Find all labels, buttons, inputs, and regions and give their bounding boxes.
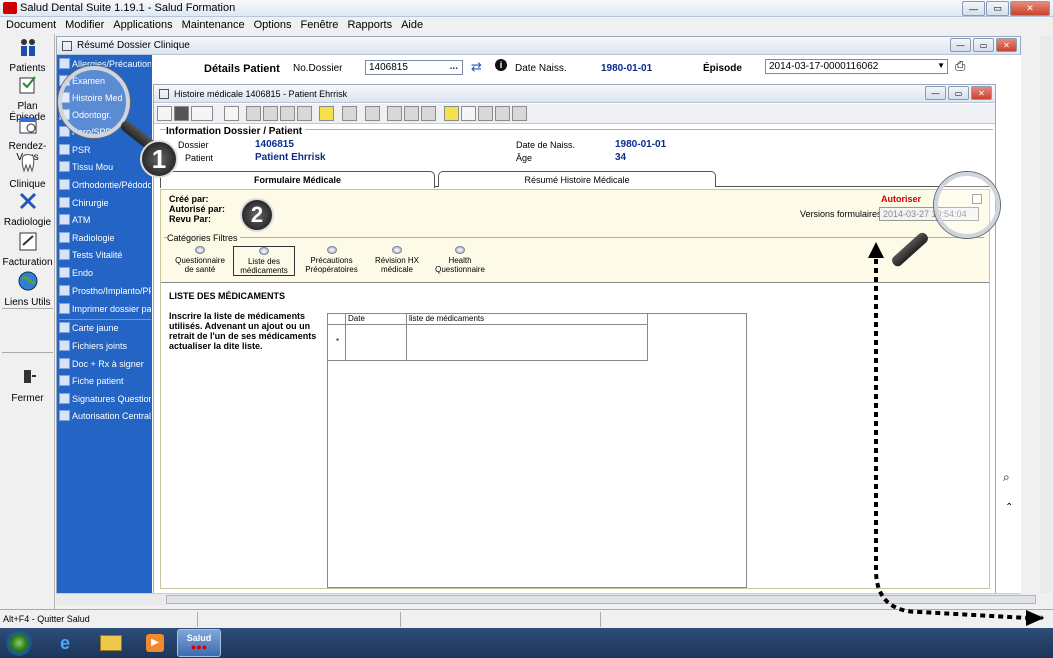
dotted-arrow-overlay	[868, 242, 1044, 626]
